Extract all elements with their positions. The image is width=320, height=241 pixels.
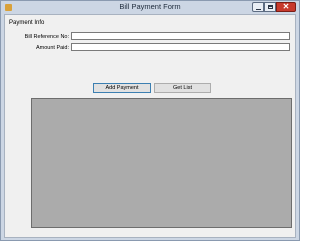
payments-data-grid[interactable] xyxy=(31,98,292,228)
form-client-area: Payment Info Bill Reference No: Amount P… xyxy=(4,14,296,238)
add-payment-button[interactable]: Add Payment xyxy=(93,83,151,93)
minimize-icon xyxy=(255,8,261,10)
close-button[interactable]: ✕ xyxy=(276,2,296,12)
get-list-button[interactable]: Get List xyxy=(154,83,211,93)
maximize-button[interactable] xyxy=(264,2,276,12)
bill-reference-input[interactable] xyxy=(71,32,290,40)
bill-reference-label: Bill Reference No: xyxy=(24,34,69,40)
amount-paid-label: Amount Paid: xyxy=(35,45,69,51)
minimize-button[interactable] xyxy=(252,2,264,12)
maximize-icon xyxy=(267,5,273,9)
title-bar[interactable]: Bill Payment Form ✕ xyxy=(1,1,299,14)
payment-info-label: Payment Info xyxy=(9,20,45,26)
close-icon: ✕ xyxy=(282,2,290,11)
amount-paid-input[interactable] xyxy=(71,43,290,51)
app-window: Bill Payment Form ✕ Payment Info Bill Re… xyxy=(0,0,300,241)
